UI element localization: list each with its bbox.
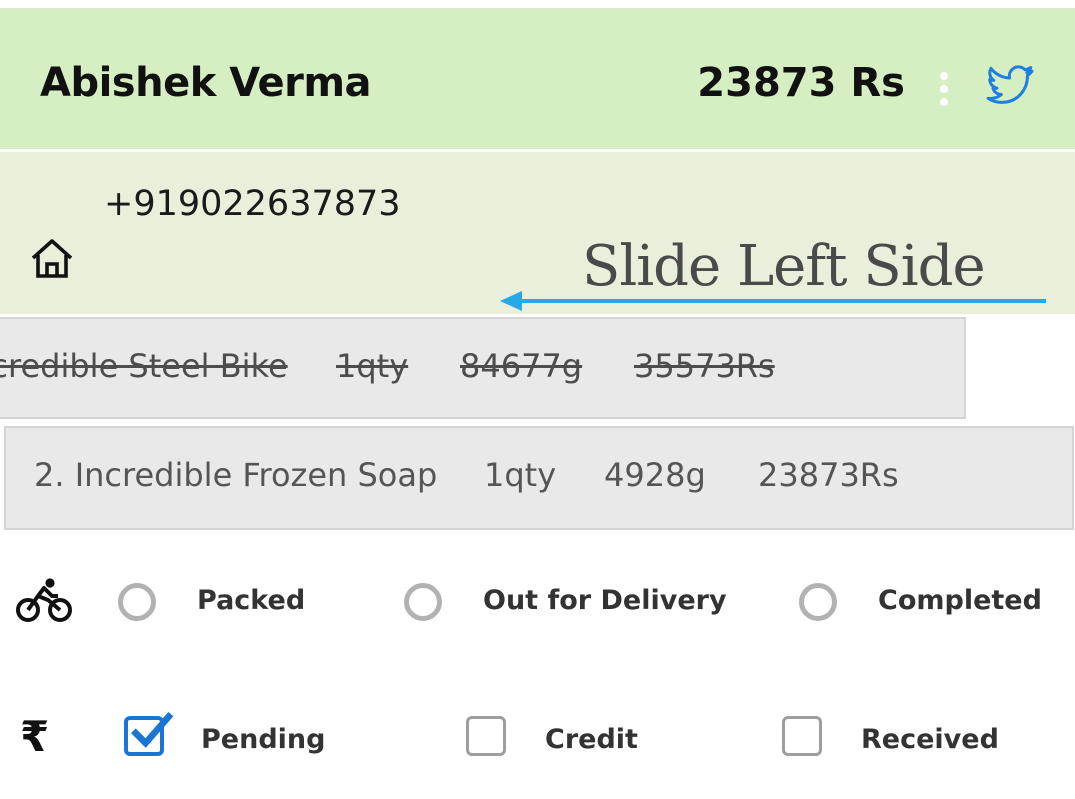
received-label[interactable]: Received [861,724,999,755]
phone-number[interactable]: +919022637873 [104,184,401,224]
credit-checkbox[interactable] [466,716,506,756]
item-name: 1. Incredible Steel Bike [0,347,288,385]
order-total: 23873 Rs [697,60,905,106]
packed-label[interactable]: Packed [197,585,305,616]
item-weight: 4928g [604,456,706,494]
pending-label[interactable]: Pending [201,724,325,755]
item-name: 2. Incredible Frozen Soap [34,456,438,494]
credit-label[interactable]: Credit [545,724,638,755]
customer-name: Abishek Verma [40,60,372,106]
item-qty: 1qty [484,456,557,494]
out-for-delivery-radio[interactable] [404,583,442,621]
bicycle-icon [16,578,72,622]
completed-radio[interactable] [799,583,837,621]
more-vertical-icon[interactable] [938,72,950,112]
out-for-delivery-label[interactable]: Out for Delivery [483,585,727,616]
item-weight: 84677g [460,347,583,385]
checkmark-icon [131,711,174,748]
received-checkbox[interactable] [782,716,822,756]
order-item-row[interactable]: 2. Incredible Frozen Soap 1qty 4928g 238… [4,426,1074,530]
order-item-row[interactable]: 1. Incredible Steel Bike 1qty 84677g 355… [0,317,966,419]
contact-panel: +919022637873 Slide Left Side [0,152,1075,373]
item-qty: 1qty [336,347,409,385]
top-divider [0,0,1075,10]
item-price: 35573Rs [634,347,775,385]
twitter-icon[interactable] [982,62,1038,110]
payment-status-row: ₹ Pending Credit Received [0,700,1075,780]
packed-radio[interactable] [118,583,156,621]
order-header: Abishek Verma 23873 Rs [0,10,1075,149]
home-icon[interactable] [28,234,76,284]
rupee-icon: ₹ [20,712,50,761]
pending-checkbox[interactable] [124,711,174,756]
delivery-status-row: Packed Out for Delivery Completed [0,563,1075,643]
completed-label[interactable]: Completed [878,585,1042,616]
left-arrow-icon [500,291,1046,311]
item-price: 23873Rs [758,456,899,494]
